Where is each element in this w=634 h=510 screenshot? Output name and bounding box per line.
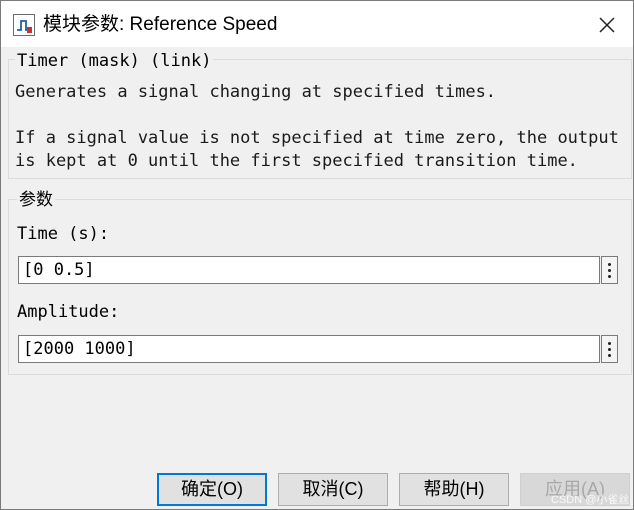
close-button[interactable] xyxy=(589,11,625,39)
mask-description-line: is kept at 0 until the first specified t… xyxy=(15,151,578,171)
mask-description-line: Generates a signal changing at specified… xyxy=(15,82,497,102)
amplitude-more-button[interactable] xyxy=(601,335,618,363)
title-bar[interactable]: 模块参数: Reference Speed xyxy=(1,1,633,47)
vertical-ellipsis-icon xyxy=(608,262,611,278)
ok-button[interactable]: 确定(O) xyxy=(157,473,267,506)
mask-description-line: If a signal value is not specified at ti… xyxy=(15,128,619,148)
time-input[interactable]: [0 0.5] xyxy=(18,256,600,284)
cancel-button[interactable]: 取消(C) xyxy=(278,473,388,506)
window-title: 模块参数: Reference Speed xyxy=(43,14,278,35)
amplitude-input[interactable]: [2000 1000] xyxy=(18,335,600,363)
time-label: Time (s): xyxy=(17,224,110,244)
parameters-group-legend: 参数 xyxy=(17,190,55,210)
help-button[interactable]: 帮助(H) xyxy=(399,473,509,506)
mask-group-legend: Timer (mask) (link) xyxy=(15,51,214,71)
time-more-button[interactable] xyxy=(601,256,618,284)
vertical-ellipsis-icon xyxy=(608,341,611,357)
amplitude-label: Amplitude: xyxy=(17,302,120,322)
watermark: CSDN @小雀丝 xyxy=(551,494,630,506)
simulink-block-icon xyxy=(13,14,35,36)
block-parameters-dialog: 模块参数: Reference Speed Timer (mask) (link… xyxy=(0,0,634,510)
close-icon xyxy=(599,17,615,33)
